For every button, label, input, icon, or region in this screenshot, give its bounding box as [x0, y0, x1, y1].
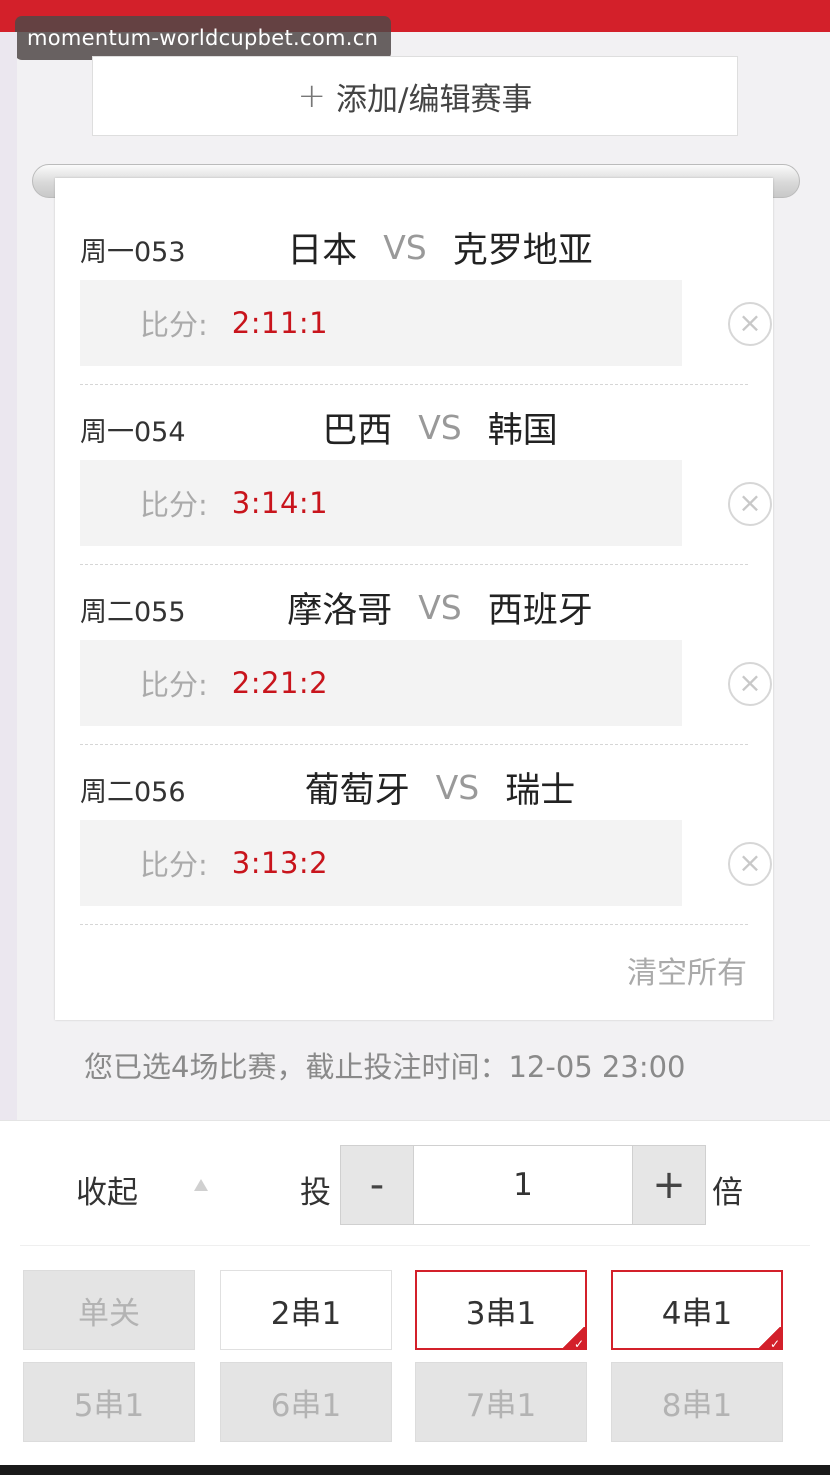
score-box[interactable]: 比分: 2:11:1	[80, 280, 682, 366]
selected-check-icon	[560, 1327, 586, 1351]
match-header: 周一053 日本 VS 克罗地亚	[80, 200, 748, 278]
multiplier-stepper: - 1 +	[340, 1145, 706, 1225]
combo-label: 3串1	[465, 1295, 537, 1332]
score-box[interactable]: 比分: 2:21:2	[80, 640, 682, 726]
home-team: 葡萄牙	[304, 771, 410, 811]
plus-button[interactable]: +	[633, 1146, 705, 1224]
watermark: momentum-worldcupbet.com.cn	[15, 16, 391, 60]
remove-match-icon[interactable]: ×	[728, 842, 772, 886]
away-team: 瑞士	[505, 771, 576, 811]
match-code: 周一054	[80, 417, 186, 448]
combo-8x1[interactable]: 8串1	[611, 1362, 783, 1442]
vs-label: VS	[418, 588, 462, 627]
combo-4x1[interactable]: 4串1	[611, 1270, 783, 1351]
match-teams: 摩洛哥 VS 西班牙	[220, 582, 660, 633]
home-team: 日本	[287, 231, 358, 271]
combo-7x1[interactable]: 7串1	[415, 1362, 587, 1442]
vs-label: VS	[418, 408, 462, 447]
remove-match-icon[interactable]: ×	[728, 662, 772, 706]
combo-3x1[interactable]: 3串1	[415, 1270, 587, 1351]
vs-label: VS	[435, 768, 480, 807]
bet-ticket: 周一053 日本 VS 克罗地亚 比分: 2:11:1 × 周一054 巴西 V…	[55, 178, 773, 1020]
left-strip	[0, 32, 17, 1122]
score-box[interactable]: 比分: 3:14:1	[80, 460, 682, 546]
combo-2x1[interactable]: 2串1	[220, 1270, 392, 1350]
away-team: 克罗地亚	[452, 231, 593, 271]
bottom-bar	[0, 1465, 830, 1475]
match-item: 周二055 摩洛哥 VS 西班牙 比分: 2:21:2 ×	[80, 560, 772, 745]
match-item: 周二056 葡萄牙 VS 瑞士 比分: 3:13:2 ×	[80, 740, 772, 925]
selection-summary: 您已选4场比赛，截止投注时间：12-05 23:00	[84, 1050, 686, 1084]
remove-match-icon[interactable]: ×	[728, 302, 772, 346]
match-divider	[80, 924, 748, 925]
clear-all-button[interactable]: 清空所有	[627, 948, 747, 992]
add-edit-match-label: 添加/编辑赛事	[336, 81, 533, 118]
combo-label: 4串1	[661, 1295, 733, 1332]
home-team: 摩洛哥	[287, 591, 393, 631]
combo-5x1[interactable]: 5串1	[23, 1362, 195, 1442]
away-team: 西班牙	[487, 591, 593, 631]
remove-match-icon[interactable]: ×	[728, 482, 772, 526]
score-label: 比分:	[140, 488, 208, 522]
minus-button[interactable]: -	[341, 1146, 413, 1224]
score-value: 3:14:1	[231, 486, 329, 520]
home-team: 巴西	[322, 411, 393, 451]
combo-single[interactable]: 单关	[23, 1270, 195, 1350]
match-teams: 日本 VS 克罗地亚	[220, 222, 660, 273]
score-label: 比分:	[140, 668, 208, 702]
score-value: 2:21:2	[231, 666, 329, 700]
vs-label: VS	[383, 228, 427, 267]
panel-divider	[20, 1245, 810, 1246]
match-item: 周一054 巴西 VS 韩国 比分: 3:14:1 ×	[80, 380, 772, 565]
score-label: 比分:	[140, 308, 208, 342]
multiplier-unit: 倍	[712, 1175, 743, 1211]
match-item: 周一053 日本 VS 克罗地亚 比分: 2:11:1 ×	[80, 200, 772, 385]
match-code: 周二056	[80, 777, 186, 808]
add-edit-match-button[interactable]: + 添加/编辑赛事	[92, 56, 738, 136]
match-header: 周二056 葡萄牙 VS 瑞士	[80, 740, 748, 818]
match-teams: 巴西 VS 韩国	[220, 402, 660, 453]
match-teams: 葡萄牙 VS 瑞士	[220, 762, 660, 813]
ticket-serrated-edge	[55, 1014, 773, 1024]
score-value: 3:13:2	[231, 846, 329, 880]
plus-icon: +	[297, 76, 327, 116]
match-header: 周一054 巴西 VS 韩国	[80, 380, 748, 458]
selected-check-icon	[756, 1327, 782, 1351]
multiplier-input[interactable]: 1	[413, 1146, 633, 1224]
score-label: 比分:	[140, 848, 208, 882]
match-header: 周二055 摩洛哥 VS 西班牙	[80, 560, 748, 638]
score-value: 2:11:1	[231, 306, 329, 340]
collapse-arrow-icon[interactable]	[194, 1179, 208, 1191]
bet-label: 投	[300, 1175, 331, 1211]
collapse-button[interactable]: 收起	[76, 1167, 138, 1212]
score-box[interactable]: 比分: 3:13:2	[80, 820, 682, 906]
away-team: 韩国	[487, 411, 558, 451]
match-code: 周一053	[80, 237, 186, 268]
match-code: 周二055	[80, 597, 186, 628]
combo-6x1[interactable]: 6串1	[220, 1362, 392, 1442]
